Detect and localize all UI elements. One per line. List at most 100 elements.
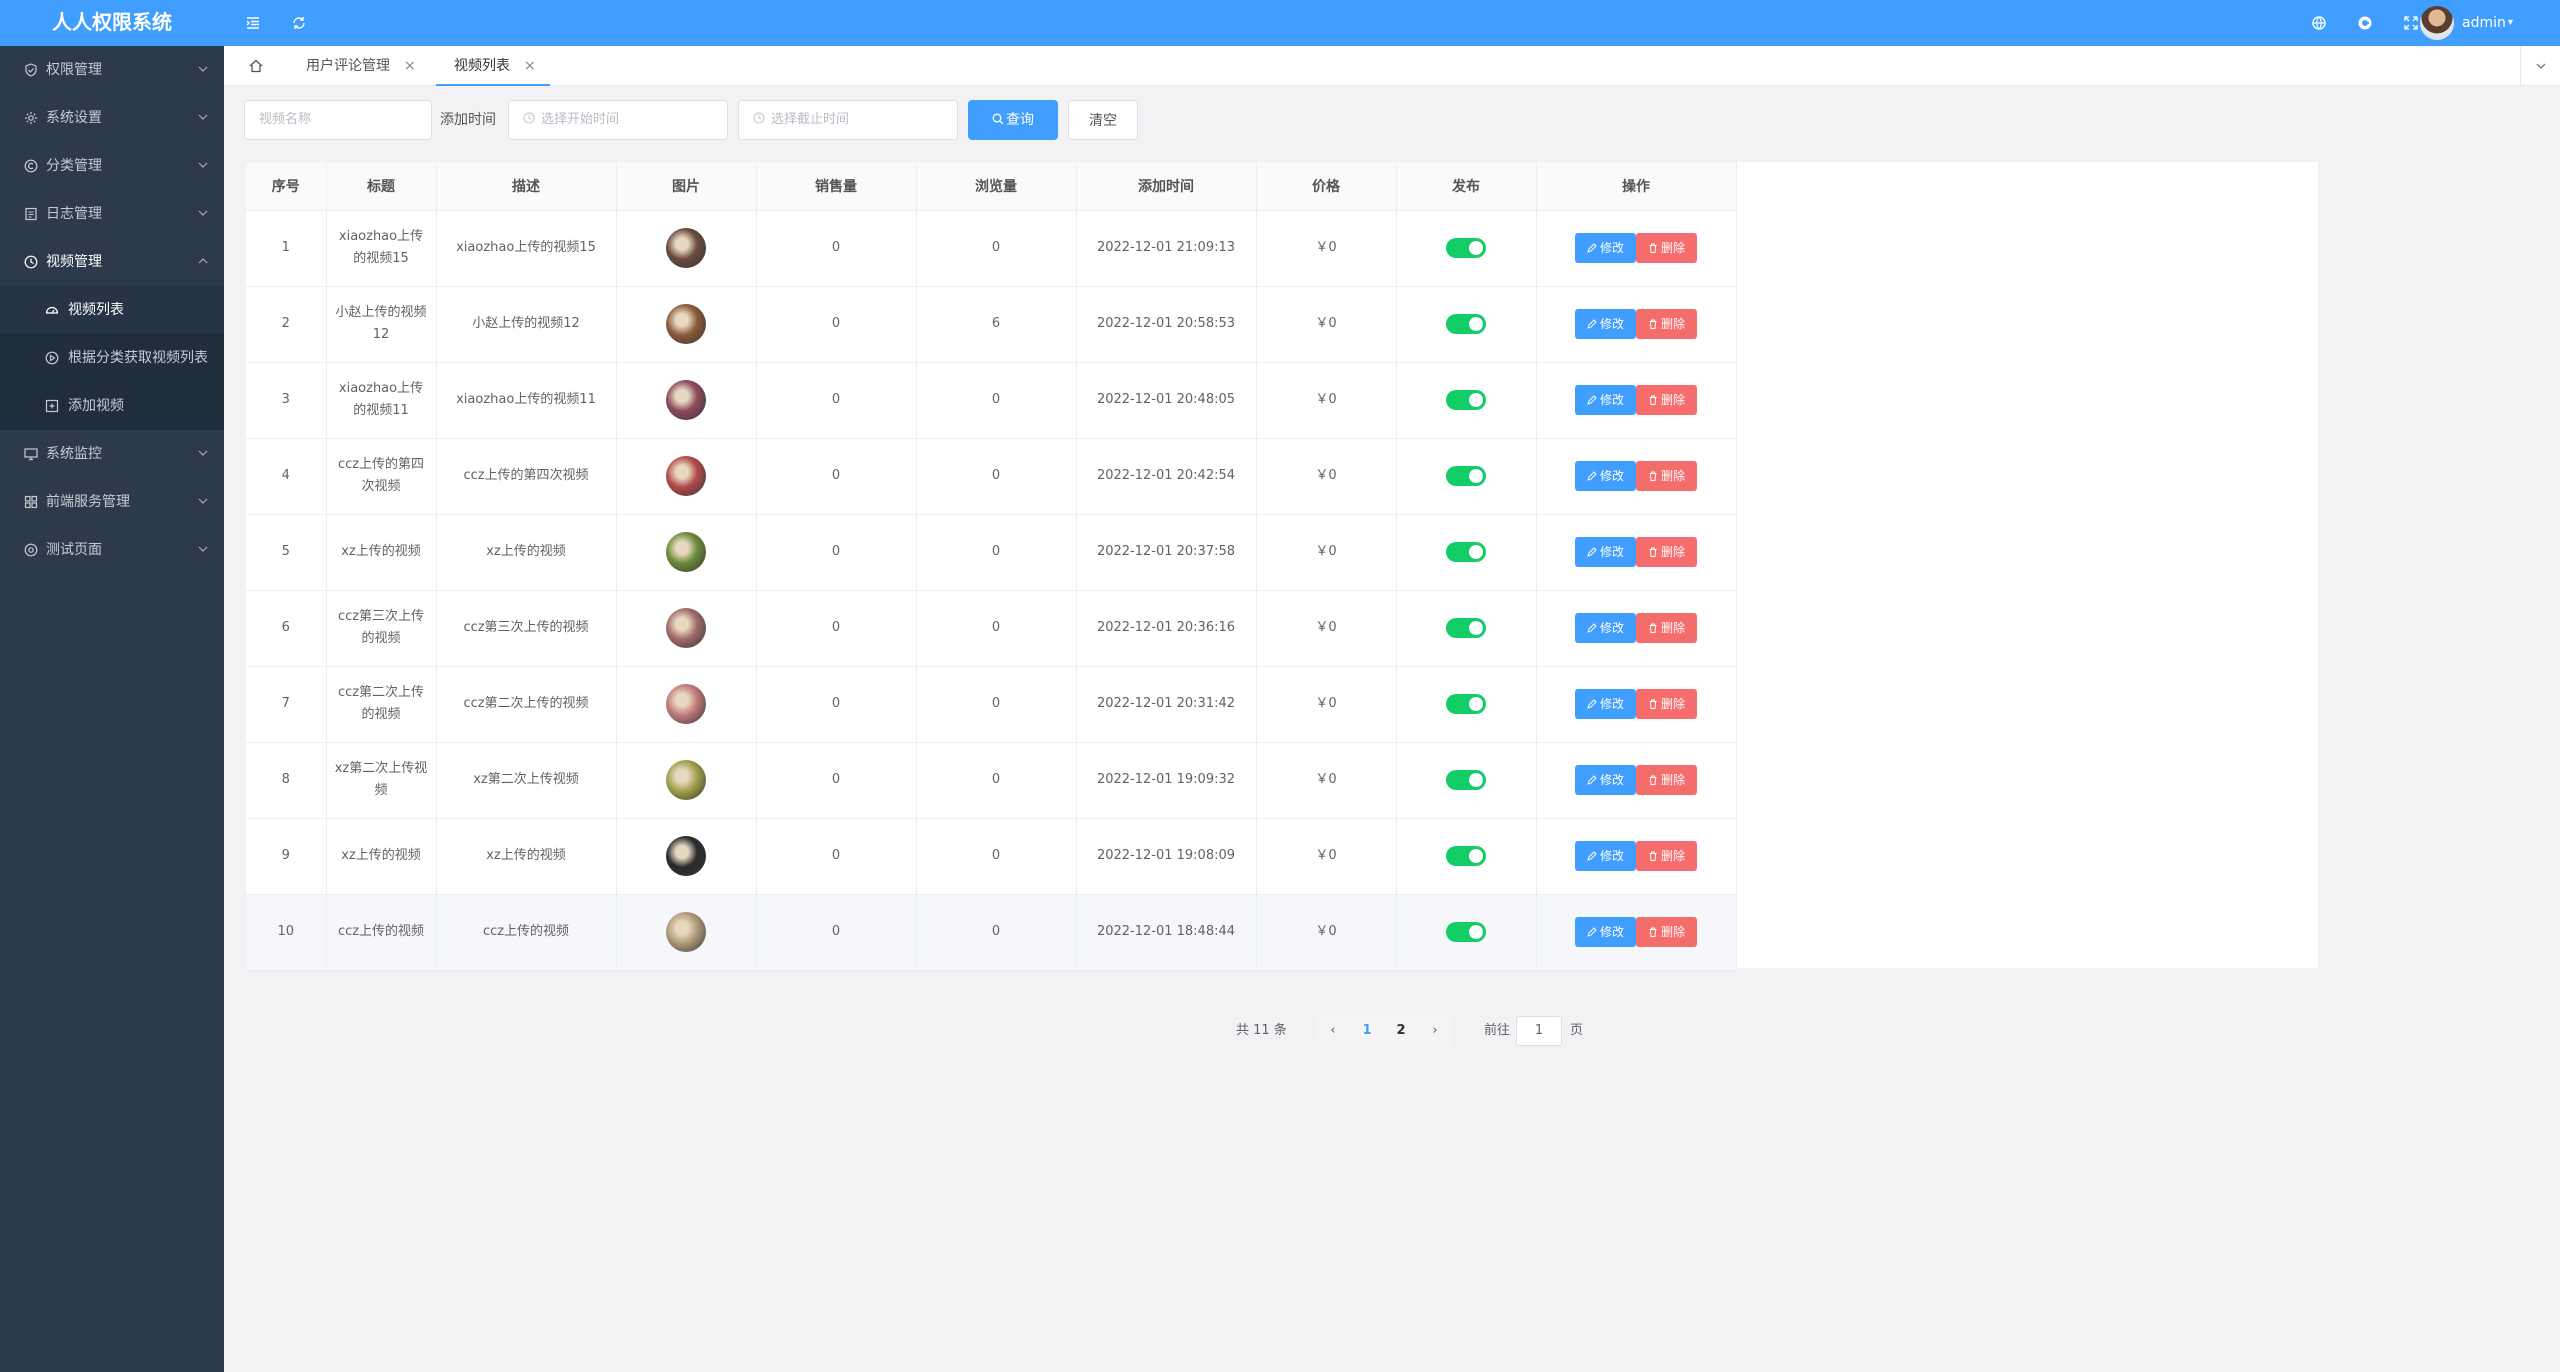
delete-button[interactable]: 删除 <box>1636 613 1698 643</box>
col-header: 浏览量 <box>916 162 1077 211</box>
cell-title: xiaozhao上传的视频11 <box>326 362 437 439</box>
edit-button-label: 修改 <box>1599 849 1624 863</box>
chevron-down-icon[interactable] <box>2520 46 2560 86</box>
actions-cell: 修改 删除 <box>1536 286 1737 363</box>
trash-icon <box>1649 547 1657 557</box>
table-row: 9 xz上传的视频 xz上传的视频 0 0 2022-12-01 19:08:09 ￥0 修改… <box>246 818 1737 895</box>
cell-views: 0 <box>916 894 1077 971</box>
publish-toggle[interactable] <box>1446 693 1486 714</box>
cell-time: 2022-12-01 20:42:54 <box>1076 438 1257 515</box>
edit-button[interactable]: 修改 <box>1574 385 1636 415</box>
publish-toggle[interactable] <box>1446 769 1486 790</box>
sidebar-item-video-list[interactable]: 视频列表 <box>0 286 224 334</box>
edit-button-label: 修改 <box>1599 469 1624 483</box>
edit-button[interactable]: 修改 <box>1574 309 1636 339</box>
publish-toggle[interactable] <box>1446 465 1486 486</box>
trash-icon <box>1649 851 1657 861</box>
sidebar-item-categories[interactable]: 分类管理 <box>0 142 224 190</box>
edit-button[interactable]: 修改 <box>1574 841 1636 871</box>
video-name-input[interactable]: 视频名称 <box>244 100 432 140</box>
delete-button[interactable]: 删除 <box>1636 841 1698 871</box>
tab-label: 用户评论管理 <box>306 58 390 74</box>
sidebar-item-label: 视频管理 <box>46 254 102 270</box>
clear-button[interactable]: 清空 <box>1068 100 1138 140</box>
document-icon <box>25 207 37 221</box>
cell-views: 0 <box>916 514 1077 591</box>
sidebar-item-test-page[interactable]: 测试页面 <box>0 526 224 574</box>
delete-button[interactable]: 删除 <box>1636 537 1698 567</box>
sidebar-item-video-management[interactable]: 视频管理 <box>0 238 224 286</box>
thumbnail-cell <box>616 210 757 287</box>
page-button[interactable]: 2 <box>1384 1016 1418 1046</box>
sidebar-item-video-by-category[interactable]: 根据分类获取视频列表 <box>0 334 224 382</box>
main-content: 视频名称 添加时间 选择开始时间 选择截止时间 查询 清空 序号 标题 描述 图… <box>224 86 2560 1372</box>
search-button[interactable]: 查询 <box>968 100 1058 140</box>
clear-button-label: 清空 <box>1089 113 1117 129</box>
delete-button[interactable]: 删除 <box>1636 765 1698 795</box>
delete-button[interactable]: 删除 <box>1636 309 1698 339</box>
publish-toggle[interactable] <box>1446 921 1486 942</box>
clock-icon <box>24 255 38 269</box>
sidebar-item-add-video[interactable]: 添加视频 <box>0 382 224 430</box>
sidebar-item-monitor[interactable]: 系统监控 <box>0 430 224 478</box>
refresh-icon[interactable] <box>288 12 310 34</box>
delete-button[interactable]: 删除 <box>1636 461 1698 491</box>
edit-button[interactable]: 修改 <box>1574 917 1636 947</box>
cell-sales: 0 <box>756 742 917 819</box>
tab-user-comments[interactable]: 用户评论管理 × <box>288 46 430 86</box>
page-button[interactable]: 1 <box>1350 1016 1384 1046</box>
cell-time: 2022-12-01 20:48:05 <box>1076 362 1257 439</box>
avatar <box>2420 6 2454 40</box>
cell-desc: xz第二次上传视频 <box>436 742 617 819</box>
start-time-picker[interactable]: 选择开始时间 <box>508 100 728 140</box>
delete-button[interactable]: 删除 <box>1636 385 1698 415</box>
caret-down-icon: ▾ <box>2508 17 2514 28</box>
publish-toggle[interactable] <box>1446 845 1486 866</box>
publish-toggle[interactable] <box>1446 313 1486 334</box>
cell-desc: xiaozhao上传的视频15 <box>436 210 617 287</box>
edit-button[interactable]: 修改 <box>1574 461 1636 491</box>
github-icon[interactable] <box>2354 12 2376 34</box>
sidebar-item-settings[interactable]: 系统设置 <box>0 94 224 142</box>
edit-icon <box>1587 699 1597 709</box>
tab-video-list[interactable]: 视频列表 × <box>436 46 550 86</box>
edit-button[interactable]: 修改 <box>1574 765 1636 795</box>
home-icon[interactable] <box>238 46 274 86</box>
cell-price: ￥0 <box>1256 286 1397 363</box>
close-icon[interactable]: × <box>524 46 536 86</box>
publish-toggle[interactable] <box>1446 237 1486 258</box>
video-thumbnail <box>666 760 706 800</box>
user-menu[interactable]: admin ▾ <box>2420 6 2520 40</box>
table-body: 1 xiaozhao上传的视频15 xiaozhao上传的视频15 0 0 2022-12… <box>246 210 1737 971</box>
cell-sales: 0 <box>756 894 917 971</box>
prev-page-button[interactable]: ‹ <box>1316 1016 1350 1046</box>
username: admin <box>2462 15 2506 31</box>
close-icon[interactable]: × <box>404 46 416 86</box>
publish-toggle[interactable] <box>1446 389 1486 410</box>
delete-button[interactable]: 删除 <box>1636 689 1698 719</box>
goto-page-input[interactable]: 1 <box>1516 1016 1562 1046</box>
edit-button[interactable]: 修改 <box>1574 689 1636 719</box>
placeholder: 视频名称 <box>259 112 312 127</box>
actions-cell: 修改 删除 <box>1536 362 1737 439</box>
delete-button[interactable]: 删除 <box>1636 917 1698 947</box>
edit-button[interactable]: 修改 <box>1574 537 1636 567</box>
fullscreen-icon[interactable] <box>2400 12 2422 34</box>
end-time-picker[interactable]: 选择截止时间 <box>738 100 958 140</box>
cell-no: 5 <box>246 514 327 591</box>
publish-toggle[interactable] <box>1446 617 1486 638</box>
sidebar-item-frontend-services[interactable]: 前端服务管理 <box>0 478 224 526</box>
publish-toggle[interactable] <box>1446 541 1486 562</box>
globe-icon[interactable] <box>2308 12 2330 34</box>
sidebar-item-logs[interactable]: 日志管理 <box>0 190 224 238</box>
cell-sales: 0 <box>756 590 917 667</box>
sidebar-item-permissions[interactable]: 权限管理 <box>0 46 224 94</box>
edit-button[interactable]: 修改 <box>1574 233 1636 263</box>
edit-icon <box>1587 547 1597 557</box>
next-page-button[interactable]: › <box>1418 1016 1452 1046</box>
delete-button-label: 删除 <box>1661 317 1686 331</box>
delete-button[interactable]: 删除 <box>1636 233 1698 263</box>
cell-views: 0 <box>916 666 1077 743</box>
edit-button[interactable]: 修改 <box>1574 613 1636 643</box>
menu-fold-icon[interactable] <box>242 12 264 34</box>
